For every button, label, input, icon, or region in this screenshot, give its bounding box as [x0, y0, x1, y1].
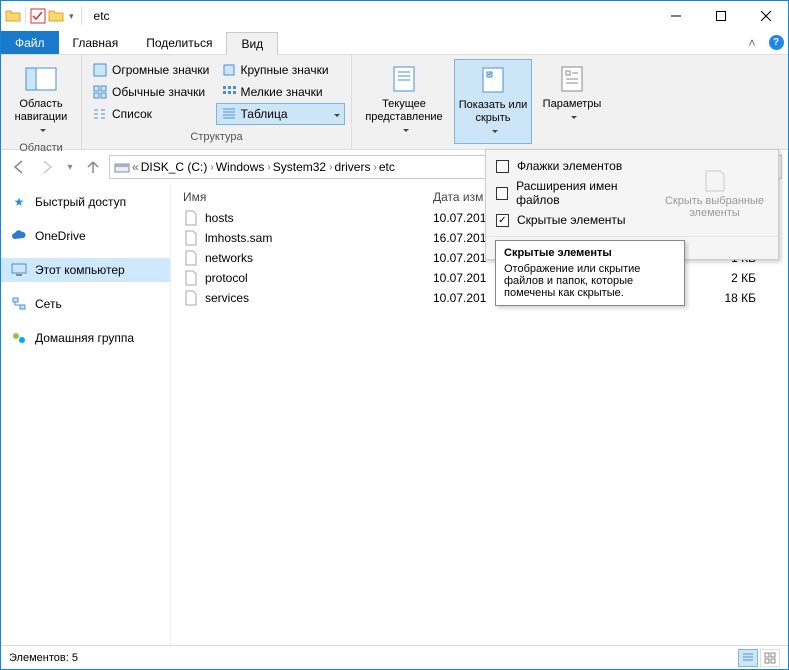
- ribbon-collapse-button[interactable]: ˄: [740, 31, 764, 54]
- recent-locations-button[interactable]: ▾: [63, 155, 77, 179]
- navigation-pane-button[interactable]: Область навигации: [7, 59, 75, 142]
- close-button[interactable]: [743, 1, 788, 31]
- computer-icon: [11, 262, 27, 278]
- quick-access-toolbar: ▾: [1, 7, 88, 25]
- crumb-system32[interactable]: System32›: [273, 160, 333, 174]
- ribbon-tabs: Файл Главная Поделиться Вид ˄ ?: [1, 31, 788, 55]
- options-icon: [558, 65, 586, 93]
- separator: [81, 7, 82, 25]
- qat-dropdown[interactable]: ▾: [66, 11, 77, 22]
- tooltip-body: Отображение или скрытие файлов и папок, …: [504, 263, 676, 299]
- sidebar-network[interactable]: Сеть: [1, 292, 170, 316]
- show-hide-icon: [479, 66, 507, 94]
- maximize-button[interactable]: [698, 1, 743, 31]
- options-button[interactable]: Параметры: [536, 59, 608, 128]
- layout-details[interactable]: Таблица: [216, 103, 346, 125]
- sidebar-this-pc[interactable]: Этот компьютер: [1, 258, 170, 282]
- navigation-pane-icon: [25, 67, 57, 91]
- minimize-button[interactable]: [653, 1, 698, 31]
- checkbox-unchecked-icon: [496, 160, 509, 173]
- properties-icon[interactable]: [30, 8, 46, 24]
- help-button[interactable]: ?: [764, 31, 788, 54]
- tab-home[interactable]: Главная: [59, 31, 133, 54]
- navigation-pane-label: Область навигации: [9, 98, 73, 124]
- sidebar-quick-access[interactable]: ★Быстрый доступ: [1, 190, 170, 214]
- titlebar: ▾ etc: [1, 1, 788, 31]
- checkbox-checked-icon: ✓: [496, 214, 509, 227]
- up-button[interactable]: [81, 155, 105, 179]
- homegroup-icon: [11, 330, 27, 346]
- layout-list[interactable]: Список: [88, 103, 216, 125]
- navigation-pane: ★Быстрый доступ OneDrive Этот компьютер …: [1, 184, 171, 645]
- file-icon: [183, 290, 199, 306]
- tab-share[interactable]: Поделиться: [132, 31, 226, 54]
- separator: [25, 7, 26, 25]
- option-item-checkboxes[interactable]: Флажки элементов: [492, 156, 657, 176]
- ribbon: Область навигации Области Огромные значк…: [1, 55, 788, 150]
- crumb-disk[interactable]: DISK_C (C:)›: [141, 160, 214, 174]
- layout-large[interactable]: Крупные значки: [217, 59, 346, 81]
- folder-icon[interactable]: [5, 8, 21, 24]
- item-count: Элементов: 5: [9, 652, 78, 664]
- current-view-button[interactable]: Текущее представление: [358, 59, 450, 142]
- file-row[interactable]: protocol 10.07.201 2 КБ: [171, 268, 788, 288]
- layout-small[interactable]: Мелкие значки: [217, 81, 346, 103]
- tooltip-title: Скрытые элементы: [504, 247, 676, 259]
- folder-icon[interactable]: [48, 8, 64, 24]
- show-hide-button[interactable]: Показать или скрыть: [454, 59, 532, 144]
- file-icon: [183, 270, 199, 286]
- group-current-view: Текущее представление Показать или скрыт…: [352, 55, 614, 149]
- window-title: etc: [88, 9, 653, 23]
- view-icons-toggle[interactable]: [760, 649, 780, 667]
- file-icon: [183, 250, 199, 266]
- option-hidden-items[interactable]: ✓Скрытые элементы: [492, 210, 657, 230]
- back-button[interactable]: [7, 155, 31, 179]
- cloud-icon: [11, 228, 27, 244]
- hide-selected-button[interactable]: Скрыть выбранные элементы: [657, 156, 772, 230]
- forward-button[interactable]: [35, 155, 59, 179]
- crumb-windows[interactable]: Windows›: [216, 160, 271, 174]
- crumb-etc[interactable]: etc: [379, 160, 395, 174]
- file-icon: [183, 210, 199, 226]
- tab-view[interactable]: Вид: [226, 32, 278, 55]
- file-row[interactable]: services 10.07.201 18 КБ: [171, 288, 788, 308]
- status-bar: Элементов: 5: [1, 645, 788, 669]
- checkbox-unchecked-icon: [496, 187, 508, 200]
- tab-file[interactable]: Файл: [1, 31, 59, 54]
- option-file-extensions[interactable]: Расширения имен файлов: [492, 176, 657, 210]
- view-details-toggle[interactable]: [738, 649, 758, 667]
- column-name[interactable]: Имя: [183, 190, 433, 204]
- layout-extra-large[interactable]: Огромные значки: [88, 59, 217, 81]
- sidebar-onedrive[interactable]: OneDrive: [1, 224, 170, 248]
- star-icon: ★: [11, 194, 27, 210]
- hide-selected-icon: [701, 167, 729, 195]
- drive-icon: [114, 159, 130, 175]
- crumb-drivers[interactable]: drivers›: [334, 160, 376, 174]
- group-layout-label: Структура: [82, 131, 351, 149]
- network-icon: [11, 296, 27, 312]
- help-icon: ?: [769, 35, 784, 50]
- group-panes-label: Области: [1, 142, 81, 154]
- tooltip: Скрытые элементы Отображение или скрытие…: [495, 240, 685, 306]
- breadcrumb-prefix[interactable]: «: [132, 160, 139, 174]
- layout-medium[interactable]: Обычные значки: [88, 81, 217, 103]
- group-layout: Огромные значки Крупные значки Обычные з…: [82, 55, 352, 149]
- sidebar-homegroup[interactable]: Домашняя группа: [1, 326, 170, 350]
- file-icon: [183, 230, 199, 246]
- group-panes: Область навигации Области: [1, 55, 82, 149]
- current-view-icon: [390, 65, 418, 93]
